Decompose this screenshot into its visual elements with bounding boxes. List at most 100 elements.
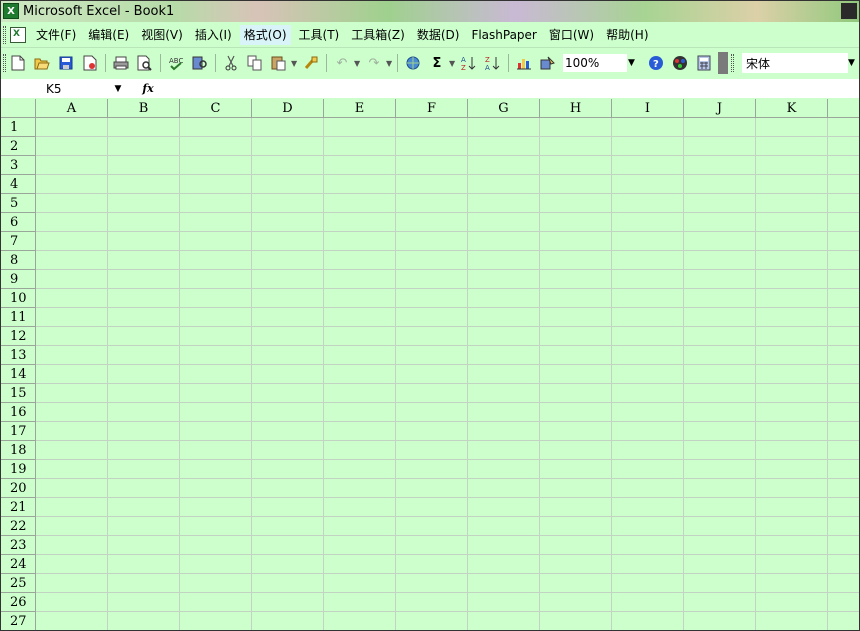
column-header-f[interactable]: F — [396, 99, 468, 118]
name-box[interactable]: K5 — [0, 80, 108, 98]
autosum-dropdown-arrow[interactable]: ▼ — [449, 59, 457, 68]
column-header-j[interactable]: J — [684, 99, 756, 118]
chart-wizard-icon[interactable] — [514, 53, 534, 73]
row-gridline — [36, 288, 860, 289]
new-icon[interactable] — [8, 53, 28, 73]
row-header-17[interactable]: 17 — [0, 422, 36, 441]
workbook-icon[interactable] — [10, 26, 26, 43]
row-header-8[interactable]: 8 — [0, 251, 36, 270]
column-header-i[interactable]: I — [612, 99, 684, 118]
paste-dropdown-arrow[interactable]: ▼ — [291, 59, 299, 68]
research-icon[interactable] — [190, 53, 210, 73]
print-preview-icon[interactable] — [135, 53, 155, 73]
menu-tools[interactable]: 工具(T) — [295, 25, 344, 45]
drawing-icon[interactable] — [538, 53, 558, 73]
redo-icon[interactable]: ↷ — [364, 53, 384, 73]
zoom-select[interactable]: 100% — [562, 53, 628, 73]
row-header-19[interactable]: 19 — [0, 460, 36, 479]
row-header-25[interactable]: 25 — [0, 574, 36, 593]
row-header-10[interactable]: 10 — [0, 289, 36, 308]
hyperlink-icon[interactable] — [403, 53, 423, 73]
row-header-15[interactable]: 15 — [0, 384, 36, 403]
row-header-18[interactable]: 18 — [0, 441, 36, 460]
row-header-11[interactable]: 11 — [0, 308, 36, 327]
insert-function-icon[interactable]: fx — [128, 82, 168, 95]
spelling-icon[interactable]: ABC — [166, 53, 186, 73]
font-dropdown-arrow[interactable]: ▼ — [848, 58, 858, 68]
name-box-dropdown-arrow[interactable]: ▼ — [108, 84, 128, 94]
paste-icon[interactable] — [269, 53, 289, 73]
sort-ascending-icon[interactable]: AZ — [459, 53, 479, 73]
menu-file[interactable]: 文件(F) — [32, 25, 80, 45]
row-header-27[interactable]: 27 — [0, 612, 36, 631]
menu-insert[interactable]: 插入(I) — [191, 25, 236, 45]
column-header-h[interactable]: H — [540, 99, 612, 118]
row-header-23[interactable]: 23 — [0, 536, 36, 555]
row-header-20[interactable]: 20 — [0, 479, 36, 498]
column-header-g[interactable]: G — [468, 99, 540, 118]
menu-data[interactable]: 数据(D) — [413, 25, 464, 45]
column-header-e[interactable]: E — [324, 99, 396, 118]
cut-icon[interactable] — [221, 53, 241, 73]
format-painter-icon[interactable] — [301, 53, 321, 73]
row-header-2[interactable]: 2 — [0, 137, 36, 156]
column-header-d[interactable]: D — [252, 99, 324, 118]
menu-flashpaper[interactable]: FlashPaper — [467, 25, 540, 45]
toolbar-options-button[interactable] — [718, 52, 728, 74]
toolbar-separator — [326, 54, 327, 72]
row-header-16[interactable]: 16 — [0, 403, 36, 422]
window-control[interactable] — [841, 3, 857, 19]
row-header-12[interactable]: 12 — [0, 327, 36, 346]
undo-dropdown-arrow[interactable]: ▼ — [354, 59, 362, 68]
row-header-14[interactable]: 14 — [0, 365, 36, 384]
color-icon[interactable] — [670, 53, 690, 73]
row-header-6[interactable]: 6 — [0, 213, 36, 232]
row-header-9[interactable]: 9 — [0, 270, 36, 289]
row-header-5[interactable]: 5 — [0, 194, 36, 213]
menu-grip[interactable] — [3, 25, 6, 44]
font-select[interactable]: 宋体 — [742, 53, 848, 73]
menu-format[interactable]: 格式(O) — [239, 24, 291, 45]
row-gridline — [36, 136, 860, 137]
menu-toolbox[interactable]: 工具箱(Z) — [347, 25, 409, 45]
copy-icon[interactable] — [245, 53, 265, 73]
calculator-icon[interactable] — [694, 53, 714, 73]
column-header-b[interactable]: B — [108, 99, 180, 118]
worksheet-grid[interactable]: A B C D E F G H I J K 1 2 3 4 5 6 7 8 9 10 11 12 13 14 15 16 17 18 19… — [0, 99, 860, 631]
formula-input[interactable] — [168, 80, 860, 98]
help-icon[interactable]: ? — [646, 53, 666, 73]
menu-edit[interactable]: 编辑(E) — [84, 25, 133, 45]
permission-icon[interactable] — [80, 53, 100, 73]
undo-icon[interactable]: ↶ — [332, 53, 352, 73]
row-header-1[interactable]: 1 — [0, 118, 36, 137]
row-header-3[interactable]: 3 — [0, 156, 36, 175]
sort-descending-icon[interactable]: ZA — [483, 53, 503, 73]
menu-view[interactable]: 视图(V) — [137, 25, 187, 45]
row-header-22[interactable]: 22 — [0, 517, 36, 536]
autosum-icon[interactable]: Σ — [427, 53, 447, 73]
row-header-26[interactable]: 26 — [0, 593, 36, 612]
row-header-7[interactable]: 7 — [0, 232, 36, 251]
column-header-a[interactable]: A — [36, 99, 108, 118]
select-all-corner[interactable] — [0, 99, 36, 118]
menu-window[interactable]: 窗口(W) — [545, 25, 598, 45]
row-gridline — [36, 478, 860, 479]
print-icon[interactable] — [111, 53, 131, 73]
column-header-c[interactable]: C — [180, 99, 252, 118]
zoom-dropdown-arrow[interactable]: ▼ — [628, 58, 638, 68]
redo-dropdown-arrow[interactable]: ▼ — [386, 59, 394, 68]
save-icon[interactable] — [56, 53, 76, 73]
column-header-k[interactable]: K — [756, 99, 828, 118]
row-header-21[interactable]: 21 — [0, 498, 36, 517]
row-gridline — [36, 554, 860, 555]
open-icon[interactable] — [32, 53, 52, 73]
row-header-13[interactable]: 13 — [0, 346, 36, 365]
row-gridline — [36, 592, 860, 593]
row-header-24[interactable]: 24 — [0, 555, 36, 574]
excel-app-icon[interactable]: X — [3, 3, 19, 19]
toolbar-grip[interactable] — [3, 54, 6, 72]
column-header-partial[interactable] — [828, 99, 860, 118]
formatting-toolbar-grip[interactable] — [731, 54, 734, 72]
menu-help[interactable]: 帮助(H) — [602, 25, 652, 45]
row-header-4[interactable]: 4 — [0, 175, 36, 194]
